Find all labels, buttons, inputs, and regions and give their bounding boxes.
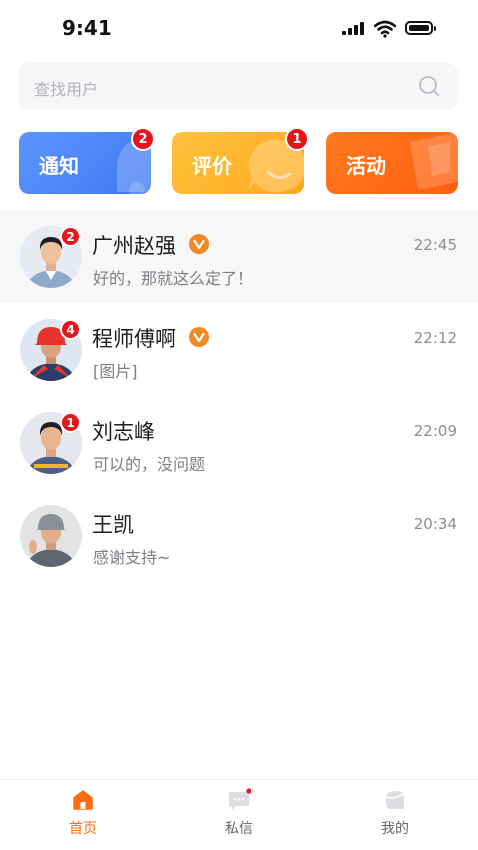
message-icon <box>229 788 251 810</box>
verified-icon <box>189 327 209 347</box>
profile-icon <box>385 791 405 809</box>
search-bar[interactable]: 查找用户 <box>18 63 458 109</box>
tab-home-label: 首页 <box>69 821 97 837</box>
status-time: 9:41 <box>62 16 112 40</box>
home-icon <box>73 790 93 810</box>
unread-badge: 1 <box>60 412 81 433</box>
search-icon[interactable] <box>418 75 440 97</box>
wifi-icon <box>374 20 396 38</box>
unread-badge: 2 <box>60 226 81 247</box>
activity-label: 活动 <box>346 154 386 178</box>
message-time: 20:34 <box>413 515 457 533</box>
bottom-tab-bar: 首页 私信 我的 <box>0 779 478 850</box>
conversation-row[interactable]: 2 广州赵强 好的，那就这么定了！ 22:45 <box>0 210 478 303</box>
message-preview: 感谢支持~ <box>93 548 171 567</box>
review-card[interactable]: 评价 <box>172 132 304 194</box>
notification-label: 通知 <box>39 154 79 178</box>
notification-badge: 2 <box>131 127 155 151</box>
message-time: 22:12 <box>413 329 457 347</box>
review-label: 评价 <box>192 154 232 178</box>
tab-profile[interactable]: 我的 <box>355 788 435 844</box>
contact-name: 王凯 <box>92 513 134 537</box>
conversation-row[interactable]: 4 程师傅啊 [图片] 22:12 <box>0 303 478 396</box>
battery-icon <box>405 21 436 35</box>
tab-profile-label: 我的 <box>381 821 409 837</box>
tab-messages-label: 私信 <box>225 821 253 837</box>
activity-card[interactable]: 活动 <box>326 132 458 194</box>
conversation-row[interactable]: 1 刘志峰 可以的，没问题 22:09 <box>0 396 478 489</box>
message-time: 22:45 <box>413 236 457 254</box>
verified-icon <box>189 234 209 254</box>
unread-badge: 4 <box>60 319 81 340</box>
tab-messages[interactable]: 私信 <box>199 788 279 844</box>
avatar <box>20 505 82 567</box>
flag-icon <box>410 132 458 190</box>
contact-name: 广州赵强 <box>92 234 176 258</box>
conversation-row[interactable]: 王凯 感谢支持~ 20:34 <box>0 489 478 582</box>
message-preview: 可以的，没问题 <box>93 455 206 474</box>
message-preview: 好的，那就这么定了！ <box>93 269 254 288</box>
review-badge: 1 <box>285 127 309 151</box>
message-preview: [图片] <box>93 362 138 381</box>
status-bar: 9:41 <box>0 0 478 60</box>
message-time: 22:09 <box>413 422 457 440</box>
tab-home[interactable]: 首页 <box>43 788 123 844</box>
search-placeholder: 查找用户 <box>34 80 99 99</box>
contact-name: 程师傅啊 <box>92 327 176 351</box>
contact-name: 刘志峰 <box>92 420 155 444</box>
cellular-signal-icon <box>342 22 364 35</box>
